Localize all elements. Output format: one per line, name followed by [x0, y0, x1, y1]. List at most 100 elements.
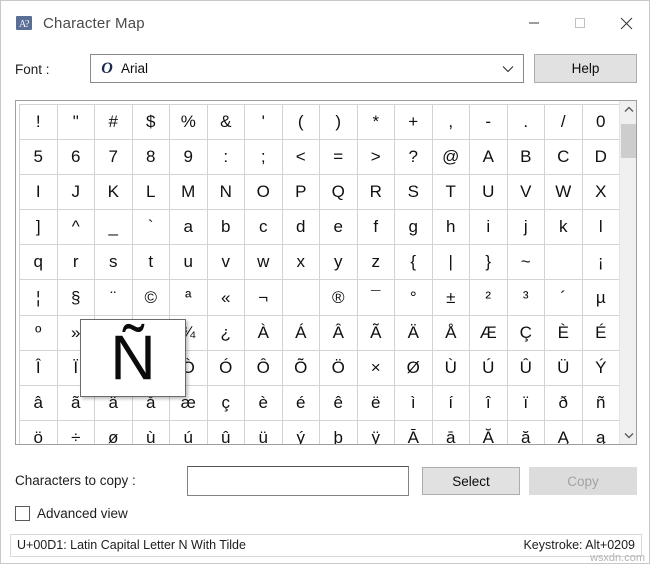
character-cell[interactable]: # — [94, 103, 133, 141]
character-cell[interactable]: Q — [319, 174, 358, 211]
character-cell[interactable]: ç — [206, 384, 245, 421]
character-cell[interactable]: ^ — [56, 209, 95, 246]
character-cell[interactable]: Û — [506, 349, 545, 386]
character-cell[interactable]: ­ — [281, 279, 320, 316]
character-cell[interactable]: b — [206, 209, 245, 246]
character-cell[interactable]: i — [469, 209, 508, 246]
character-cell[interactable]: § — [56, 279, 95, 316]
maximize-button[interactable] — [557, 1, 603, 45]
character-cell[interactable]: È — [544, 314, 583, 351]
character-cell[interactable]: º — [19, 314, 58, 351]
character-cell[interactable]: 0 — [581, 103, 619, 141]
character-cell[interactable]: ( — [281, 103, 320, 141]
character-cell[interactable]: ! — [19, 103, 58, 141]
character-cell[interactable]: ÿ — [356, 419, 395, 444]
character-cell[interactable]: « — [206, 279, 245, 316]
character-cell[interactable]: d — [281, 209, 320, 246]
character-cell[interactable]: é — [281, 384, 320, 421]
character-cell[interactable]: É — [581, 314, 619, 351]
character-cell[interactable]: Á — [281, 314, 320, 351]
character-cell[interactable]: ¯ — [356, 279, 395, 316]
character-cell[interactable]: v — [206, 244, 245, 281]
chevron-down-icon[interactable] — [501, 62, 515, 76]
character-cell[interactable]: U — [469, 174, 508, 211]
character-cell[interactable]: ¡ — [581, 244, 619, 281]
scroll-down-button[interactable] — [620, 427, 637, 444]
character-cell[interactable]: < — [281, 139, 320, 176]
character-cell[interactable]: ± — [431, 279, 470, 316]
character-cell[interactable]: 9 — [169, 139, 208, 176]
character-cell[interactable]: ' — [244, 103, 283, 141]
character-cell[interactable]: K — [94, 174, 133, 211]
close-button[interactable] — [603, 1, 649, 45]
character-cell[interactable]: . — [506, 103, 545, 141]
character-cell[interactable]: g — [394, 209, 433, 246]
minimize-button[interactable] — [511, 1, 557, 45]
character-cell[interactable]: í — [431, 384, 470, 421]
font-combobox[interactable]: O Arial — [90, 54, 524, 83]
character-cell[interactable]: - — [469, 103, 508, 141]
character-cell[interactable]: À — [244, 314, 283, 351]
character-cell[interactable]: a — [169, 209, 208, 246]
character-cell[interactable]: t — [131, 244, 170, 281]
character-cell[interactable]: S — [394, 174, 433, 211]
character-cell[interactable]: q — [19, 244, 58, 281]
character-cell[interactable]: / — [544, 103, 583, 141]
character-cell[interactable]: Ă — [469, 419, 508, 444]
character-cell[interactable]: y — [319, 244, 358, 281]
character-cell[interactable]: r — [56, 244, 95, 281]
character-cell[interactable]: f — [356, 209, 395, 246]
character-cell[interactable]: I — [19, 174, 58, 211]
character-cell[interactable]: ê — [319, 384, 358, 421]
character-cell[interactable]: Å — [431, 314, 470, 351]
character-cell[interactable]: Æ — [469, 314, 508, 351]
character-cell[interactable]: j — [506, 209, 545, 246]
character-cell[interactable]: ü — [244, 419, 283, 444]
character-cell[interactable]: þ — [319, 419, 358, 444]
character-cell[interactable]: k — [544, 209, 583, 246]
character-cell[interactable]: z — [356, 244, 395, 281]
character-cell[interactable]: × — [356, 349, 395, 386]
character-cell[interactable]: T — [431, 174, 470, 211]
character-cell[interactable]: ø — [94, 419, 133, 444]
character-cell[interactable]: ú — [169, 419, 208, 444]
character-cell[interactable]: D — [581, 139, 619, 176]
character-cell[interactable]: w — [244, 244, 283, 281]
character-cell[interactable]: 7 — [94, 139, 133, 176]
character-cell[interactable]: ë — [356, 384, 395, 421]
character-cell[interactable]: Ā — [394, 419, 433, 444]
character-cell[interactable]: Ç — [506, 314, 545, 351]
character-cell[interactable]: Ý — [581, 349, 619, 386]
character-cell[interactable]: ā — [431, 419, 470, 444]
character-cell[interactable]: µ — [581, 279, 619, 316]
character-cell[interactable]: ý — [281, 419, 320, 444]
character-cell[interactable]: ´ — [544, 279, 583, 316]
character-cell[interactable]: Ù — [431, 349, 470, 386]
character-cell[interactable]: î — [469, 384, 508, 421]
character-cell[interactable] — [544, 244, 583, 281]
character-grid-scrollbar[interactable] — [619, 101, 636, 444]
help-button[interactable]: Help — [534, 54, 637, 83]
character-cell[interactable]: ¦ — [19, 279, 58, 316]
character-cell[interactable]: ² — [469, 279, 508, 316]
character-cell[interactable]: Ô — [244, 349, 283, 386]
character-cell[interactable]: Ä — [394, 314, 433, 351]
character-cell[interactable]: " — [56, 103, 95, 141]
character-cell[interactable]: ª — [169, 279, 208, 316]
character-cell[interactable]: * — [356, 103, 395, 141]
character-cell[interactable]: ] — [19, 209, 58, 246]
character-cell[interactable]: u — [169, 244, 208, 281]
character-cell[interactable]: Â — [319, 314, 358, 351]
advanced-view-checkbox[interactable] — [15, 506, 30, 521]
character-cell[interactable]: ì — [394, 384, 433, 421]
character-cell[interactable]: ) — [319, 103, 358, 141]
character-cell[interactable]: L — [131, 174, 170, 211]
character-cell[interactable]: } — [469, 244, 508, 281]
character-cell[interactable]: 5 — [19, 139, 58, 176]
character-cell[interactable]: Ø — [394, 349, 433, 386]
character-cell[interactable]: Ú — [469, 349, 508, 386]
character-cell[interactable]: V — [506, 174, 545, 211]
character-cell[interactable]: © — [131, 279, 170, 316]
character-cell[interactable]: M — [169, 174, 208, 211]
character-cell[interactable]: : — [206, 139, 245, 176]
